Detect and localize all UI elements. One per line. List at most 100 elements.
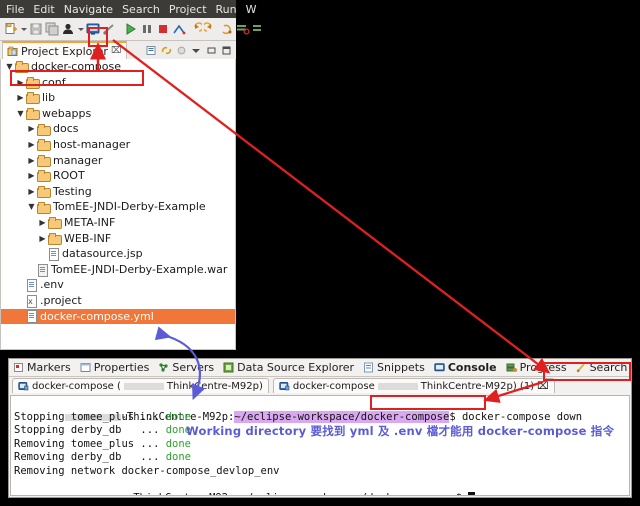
save-icon[interactable] (29, 22, 43, 36)
menu-item-run[interactable]: Run (216, 3, 237, 16)
project-explorer-tree[interactable]: ▼ docker-compose ▶ conf ▶ lib ▼ webapps ▶ docs ▶ ho… (0, 59, 236, 350)
tree-item-tomee-jndi-derby-example[interactable]: ▼ TomEE-JNDI-Derby-Example (1, 199, 235, 215)
snippets-icon (363, 362, 374, 373)
tree-item-datasource-jsp[interactable]: datasource.jsp (1, 246, 235, 262)
menu-item-edit[interactable]: Edit (33, 3, 54, 16)
terminal-line-text: Removing network docker-compose_devlop_e… (14, 464, 280, 477)
terminal-line-text: Stopping tomee_plus ... (14, 410, 166, 423)
tree-item-env[interactable]: .env (1, 277, 235, 293)
menu-item-file[interactable]: File (6, 3, 24, 16)
twisty-collapsed-icon[interactable]: ▶ (37, 231, 48, 247)
menu-item-project[interactable]: Project (169, 3, 207, 16)
highlight-box-project-root (10, 70, 144, 86)
tab-project-explorer[interactable]: Project Explorer ⌧ (2, 41, 128, 60)
twisty-collapsed-icon[interactable]: ▶ (37, 215, 48, 231)
tree-item-tomee-jndi-derby-example-war[interactable]: TomEE-JNDI-Derby-Example.war (1, 262, 235, 278)
final-prompt-path: ~/eclipse-workspace/docker-compose (241, 492, 456, 496)
tree-item-meta-inf[interactable]: ▶ META-INF (1, 215, 235, 231)
person-dropdown-caret-icon[interactable] (78, 27, 84, 31)
tab-properties[interactable]: Properties (80, 361, 150, 374)
tab-markers[interactable]: Markers (13, 361, 71, 374)
twisty-collapsed-icon[interactable]: ▶ (26, 184, 37, 200)
twisty-collapsed-icon[interactable]: ▶ (26, 137, 37, 153)
terminal-prompt-line: -ThinkCentre-M92p:~/eclipse-workspace/do… (14, 397, 629, 423)
folder-icon (48, 232, 62, 245)
menu-item-navigate[interactable]: Navigate (64, 3, 113, 16)
terminal-line-text: Stopping derby_db ... (14, 424, 166, 436)
tree-item-docs[interactable]: ▶ docs (1, 121, 235, 137)
twisty-expanded-icon[interactable]: ▼ (26, 199, 37, 215)
search-toolbar-icon[interactable] (236, 22, 250, 36)
undo-icon[interactable] (188, 22, 204, 36)
save-all-icon[interactable] (45, 22, 59, 36)
redacted-username-2 (64, 494, 121, 495)
terminal-line-status: done (165, 437, 192, 450)
twisty-collapsed-icon[interactable]: ▶ (26, 121, 37, 137)
twisty-collapsed-icon[interactable]: ▶ (26, 168, 37, 184)
tab-label: Console (447, 361, 497, 374)
twisty-collapsed-icon[interactable]: ▶ (15, 90, 26, 106)
new-dropdown-caret-icon[interactable] (21, 27, 27, 31)
tree-item-project[interactable]: .project (1, 293, 235, 309)
terminal-line-text: Removing derby_db ... (14, 451, 166, 463)
link-with-editor-icon[interactable] (161, 45, 172, 56)
prompt-path: ~/eclipse-workspace/docker-compose (234, 410, 450, 423)
datasource-icon (223, 362, 234, 373)
terminal-tab-1[interactable]: docker-compose (ThinkCentre-M92p) (12, 378, 269, 393)
tab-servers[interactable]: Servers (158, 361, 214, 374)
minimize-icon[interactable] (206, 45, 217, 56)
folder-icon (37, 201, 51, 214)
run-icon[interactable] (124, 22, 138, 36)
tree-item-docker-compose-yml[interactable]: docker-compose.yml (1, 308, 235, 325)
tree-item-webapps[interactable]: ▼ webapps (1, 106, 235, 122)
tree-item-label: WEB-INF (64, 231, 112, 245)
folder-icon (37, 139, 51, 152)
terminal-output[interactable]: -ThinkCentre-M92p:~/eclipse-workspace/do… (10, 395, 630, 496)
view-tab-bar: Markers Properties Servers Data Source Expl… (9, 359, 631, 377)
tree-item-manager[interactable]: ▶ manager (1, 153, 235, 169)
tree-item-testing[interactable]: ▶ Testing (1, 184, 235, 200)
tab-snippets[interactable]: Snippets (363, 361, 425, 374)
tree-item-host-manager[interactable]: ▶ host-manager (1, 137, 235, 153)
explorer-view-toolbar (146, 41, 236, 60)
pause-icon[interactable] (140, 22, 154, 36)
tree-item-label: Testing (53, 184, 92, 198)
folder-icon (37, 123, 51, 136)
menu-bar: File Edit Navigate Search Project Run W (0, 0, 257, 18)
menu-item-search[interactable]: Search (122, 3, 160, 16)
folder-icon (37, 170, 51, 183)
progress-icon (506, 362, 517, 373)
redo-icon[interactable] (202, 22, 218, 36)
refresh-icon[interactable] (220, 22, 234, 36)
close-icon[interactable]: ⌧ (537, 381, 549, 392)
terminal-tab-2[interactable]: docker-compose ThinkCentre-M92p) (1) ⌧ (272, 378, 555, 393)
terminal-tab-bar: docker-compose (ThinkCentre-M92p) docker-… (9, 377, 631, 393)
file-file-icon (26, 279, 37, 293)
step-icon[interactable] (172, 22, 186, 36)
folder-icon (48, 217, 62, 230)
tree-item-label: META-INF (64, 215, 116, 229)
new-icon[interactable] (4, 22, 18, 36)
tab-label: Properties (93, 361, 150, 374)
person-icon[interactable] (61, 22, 75, 36)
terminal-final-prompt-line: ThinkCentre-M92p:~/eclipse-workspace/doc… (14, 478, 629, 495)
tab-data-source-explorer[interactable]: Data Source Explorer (223, 361, 354, 374)
tree-item-web-inf[interactable]: ▶ WEB-INF (1, 231, 235, 247)
tree-item-label: ROOT (53, 169, 85, 183)
tab-console[interactable]: Console (434, 361, 497, 374)
tree-item-root[interactable]: ▶ ROOT (1, 168, 235, 184)
close-icon[interactable]: ⌧ (111, 46, 121, 56)
maximize-icon[interactable] (221, 45, 232, 56)
menu-item-window[interactable]: W (246, 3, 257, 16)
focus-icon[interactable] (176, 45, 187, 56)
view-menu-icon[interactable] (191, 45, 202, 56)
twisty-expanded-icon[interactable]: ▼ (15, 106, 26, 122)
project-explorer-icon (7, 46, 18, 57)
servers-icon (158, 362, 169, 373)
twisty-collapsed-icon[interactable]: ▶ (26, 153, 37, 169)
more-toolbar-icon[interactable] (252, 22, 266, 36)
collapse-all-icon[interactable] (146, 45, 157, 56)
annotation-note: Working directory 要找到 yml 及 .env 檔才能用 do… (186, 424, 615, 438)
tree-item-lib[interactable]: ▶ lib (1, 90, 235, 106)
stop-icon[interactable] (156, 22, 170, 36)
